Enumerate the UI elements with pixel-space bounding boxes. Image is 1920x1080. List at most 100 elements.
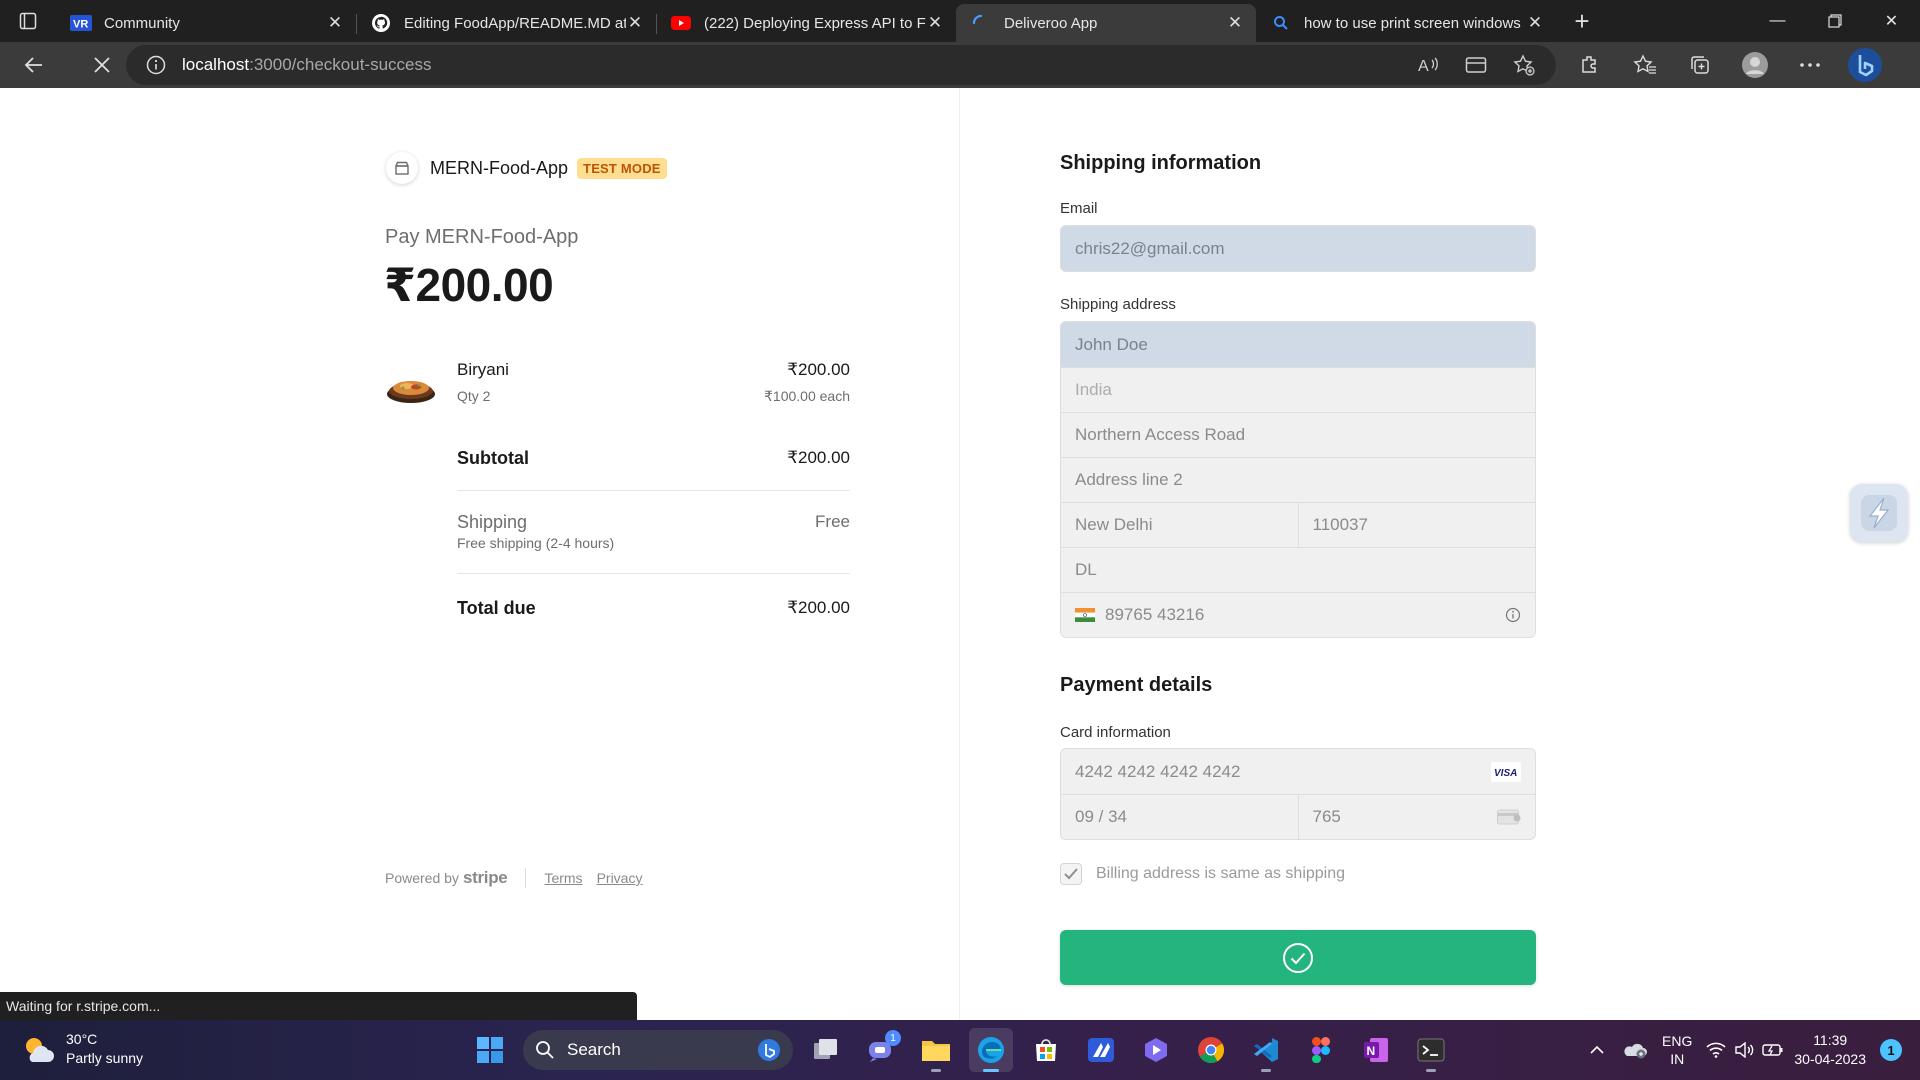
address-line2-field[interactable]: Address line 2 [1061,457,1535,502]
pay-button[interactable] [1060,930,1536,985]
add-favorite-icon[interactable] [1504,45,1544,85]
card-number-value: 4242 4242 4242 4242 [1075,761,1241,781]
privacy-link[interactable]: Privacy [597,870,643,886]
address-line1-field[interactable]: Northern Access Road [1061,412,1535,457]
close-tab-icon[interactable]: ✕ [326,13,344,33]
billing-same-checkbox[interactable] [1060,863,1082,885]
india-flag-icon [1075,608,1095,622]
full-name-field[interactable]: John Doe [1061,322,1535,367]
youtube-icon [670,13,692,33]
microsoft-store-icon[interactable] [1024,1028,1068,1072]
collections-icon[interactable] [1680,45,1720,85]
email-label: Email [1060,200,1098,217]
system-clock[interactable]: 11:39 30-04-2023 [1794,1031,1866,1069]
card-brand-text: VISA [1494,768,1517,779]
card-number-field[interactable]: 4242 4242 4242 4242 VISA [1061,749,1535,794]
clipchamp-icon[interactable] [1134,1028,1178,1072]
payment-details-title: Payment details [1060,674,1213,696]
cvc-field[interactable]: 765 [1297,794,1536,839]
billing-same-label: Billing address is same as shipping [1096,865,1346,882]
cvc-value: 765 [1312,807,1341,826]
terms-link[interactable]: Terms [544,870,582,886]
profile-avatar-icon[interactable] [1735,45,1775,85]
notification-badge[interactable]: 1 [1880,1039,1902,1061]
edge-browser-icon[interactable] [969,1028,1013,1072]
country-select[interactable]: India [1061,367,1535,412]
close-window-icon[interactable]: ✕ [1863,0,1920,42]
battery-icon[interactable] [1762,1043,1784,1057]
immersive-reader-icon[interactable] [1456,45,1496,85]
terminal-icon[interactable] [1409,1028,1453,1072]
expiry-field[interactable]: 09 / 34 [1075,795,1298,840]
browser-tab-active[interactable]: Deliveroo App ✕ [956,4,1256,42]
language-indicator[interactable]: ENG IN [1662,1032,1692,1068]
browser-tab[interactable]: VR Community ✕ [56,5,356,41]
visa-logo-icon: VISA [1491,761,1521,782]
browser-tab[interactable]: Editing FoodApp/README.MD at ✕ [356,5,656,41]
taskbar-search[interactable]: Search [523,1030,793,1070]
summary-divider [457,490,850,491]
info-icon[interactable] [1505,607,1521,623]
email-field[interactable]: chris22@gmail.com [1061,226,1535,271]
test-mode-badge: TEST MODE [577,157,667,179]
more-options-icon[interactable] [1790,45,1830,85]
running-indicator [931,1069,941,1072]
browser-tab[interactable]: (222) Deploying Express API to Fi ✕ [656,5,956,41]
tab-title: (222) Deploying Express API to Fi [704,14,926,32]
floating-extension-button[interactable] [1850,484,1908,542]
stop-loading-button[interactable] [78,45,126,85]
subtotal-row: Subtotal ₹200.00 [457,448,850,469]
cvc-card-icon [1497,809,1521,825]
pin-field[interactable]: 110037 [1297,502,1536,548]
total-label: Total due [457,598,536,618]
extensions-icon[interactable] [1570,45,1610,85]
subtotal-label: Subtotal [457,448,529,468]
task-view-icon[interactable] [804,1028,848,1072]
vscode-icon[interactable] [1244,1028,1288,1072]
start-button[interactable] [468,1028,512,1072]
chrome-icon[interactable] [1189,1028,1233,1072]
restore-icon[interactable] [1806,0,1863,42]
weather-widget[interactable]: 30°C Partly sunny [20,1030,143,1068]
billing-same-row[interactable]: Billing address is same as shipping [1060,863,1345,885]
close-tab-icon[interactable]: ✕ [926,13,944,33]
tab-title: Deliveroo App [1004,14,1098,32]
bing-copilot-icon[interactable] [1845,45,1885,85]
power-automate-icon[interactable] [1079,1028,1123,1072]
browser-tab[interactable]: how to use print screen windows ✕ [1256,5,1556,41]
stripe-logo[interactable]: stripe [463,868,508,888]
show-hidden-icons[interactable] [1590,1045,1604,1055]
email-field-box: chris22@gmail.com [1060,225,1536,272]
back-button[interactable] [10,45,58,85]
windows-logo-icon [477,1037,503,1063]
expiry-cvc-row: 09 / 34 765 [1061,794,1535,839]
url-text[interactable]: localhost:3000/checkout-success [182,55,432,75]
clock-date: 30-04-2023 [1794,1051,1866,1067]
close-tab-icon[interactable]: ✕ [626,13,644,33]
new-tab-button[interactable]: + [1560,3,1604,39]
volume-icon[interactable] [1734,1042,1754,1058]
running-indicator [1426,1069,1436,1072]
close-tab-icon[interactable]: ✕ [1526,13,1544,33]
tab-actions-button[interactable] [0,0,56,42]
order-summary-panel: MERN-Food-App TEST MODE Pay MERN-Food-Ap… [0,88,959,1020]
tab-title: Editing FoodApp/README.MD at [404,14,626,32]
city-field[interactable]: New Delhi [1075,503,1298,548]
teams-chat-icon[interactable]: 1 [859,1028,903,1072]
favorites-icon[interactable] [1625,45,1665,85]
minimize-icon[interactable]: — [1749,0,1806,42]
figma-icon[interactable] [1299,1028,1343,1072]
wifi-icon[interactable] [1706,1042,1726,1058]
onenote-icon[interactable]: N [1354,1028,1398,1072]
card-info-box: 4242 4242 4242 4242 VISA 09 / 34 765 [1060,748,1536,840]
address-bar[interactable]: localhost:3000/checkout-success A [126,45,1556,85]
shipping-detail: Free shipping (2-4 hours) [457,535,615,551]
close-tab-icon[interactable]: ✕ [1226,13,1244,33]
onedrive-sync-icon[interactable] [1622,1040,1648,1060]
bing-icon [758,1039,780,1061]
state-field[interactable]: DL [1061,547,1535,592]
read-aloud-icon[interactable]: A [1408,45,1448,85]
file-explorer-icon[interactable] [914,1028,958,1072]
running-indicator [983,1069,999,1072]
phone-field[interactable]: 89765 43216 [1061,592,1535,637]
